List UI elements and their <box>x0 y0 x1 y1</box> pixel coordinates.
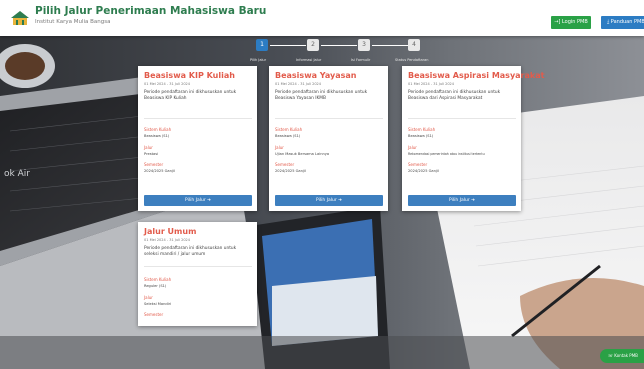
semester-label: Semester <box>144 162 164 167</box>
step-3-label: Isi Formulir <box>351 58 371 62</box>
page-title: Pilih Jalur Penerimaan Mahasiswa Baru <box>35 5 267 17</box>
semester-value: 2024/2025 Ganjil <box>275 169 306 173</box>
card-dates: 01 Mei 2024 - 31 Juli 2024 <box>144 82 191 86</box>
whatsapp-icon: ☏ <box>608 353 614 358</box>
whatsapp-label: Kontak PMB <box>614 353 638 358</box>
step-4-label: Status Pendaftaran <box>395 58 429 62</box>
card-description: Periode pendaftaran ini dikhususkan untu… <box>408 90 501 101</box>
pilih-jalur-button[interactable]: Pilih Jalur ➔ <box>144 195 252 206</box>
jalur-value: Ujian Masuk Bersama Lainnya <box>275 152 330 156</box>
jalur-card-yayasan: Beasiswa Yayasan 01 Mei 2024 - 31 Juli 2… <box>269 66 388 211</box>
semester-value: 2024/2025 Ganjil <box>144 169 175 173</box>
program-value: Beasiswa (S1) <box>275 134 301 138</box>
jalur-label: Jalur <box>408 145 417 150</box>
step-1-indicator: 1 <box>256 39 268 51</box>
pilih-jalur-button[interactable]: Pilih Jalur ➔ <box>408 195 516 206</box>
step-2-indicator: 2 <box>307 39 319 51</box>
step-connector <box>372 45 408 46</box>
card-title: Beasiswa Aspirasi Masyarakat <box>408 71 545 80</box>
semester-label: Semester <box>275 162 295 167</box>
jalur-card-umum: Jalur Umum 01 Mei 2024 - 31 Juli 2024 Pe… <box>138 222 257 326</box>
program-label: Sistem Kuliah <box>144 277 172 282</box>
top-navbar: Pilih Jalur Penerimaan Mahasiswa Baru In… <box>0 0 644 36</box>
step-4-indicator: 4 <box>408 39 420 51</box>
step-1-label: Pilih Jalur <box>250 58 267 62</box>
card-title: Beasiswa Yayasan <box>275 71 357 80</box>
jalur-label: Jalur <box>144 295 153 300</box>
step-connector <box>321 45 357 46</box>
jalur-label: Jalur <box>144 145 153 150</box>
login-pmb-button[interactable]: →] Login PMB <box>551 16 591 29</box>
semester-label: Semester <box>408 162 428 167</box>
semester-label: Semester <box>144 312 164 317</box>
card-title: Beasiswa KIP Kuliah <box>144 71 235 80</box>
program-label: Sistem Kuliah <box>275 127 303 132</box>
program-value: Reguler (S1) <box>144 284 167 288</box>
university-logo-icon <box>11 11 29 25</box>
jalur-card-aspirasi-masyarakat: Beasiswa Aspirasi Masyarakat 01 Mei 2024… <box>402 66 544 211</box>
card-description: Periode pendaftaran ini dikhususkan untu… <box>144 246 237 257</box>
card-dates: 01 Mei 2024 - 31 Juli 2024 <box>144 238 191 242</box>
card-dates: 01 Mei 2024 - 31 Juli 2024 <box>408 82 455 86</box>
card-divider <box>144 118 252 119</box>
card-description: Periode pendaftaran ini dikhususkan untu… <box>144 90 237 101</box>
semester-value: 2024/2025 Ganjil <box>408 169 439 173</box>
whatsapp-contact-button[interactable]: ☏ Kontak PMB <box>600 349 644 363</box>
svg-text:ok Air: ok Air <box>4 169 30 179</box>
card-dates: 01 Mei 2024 - 31 Juli 2024 <box>275 82 322 86</box>
card-title: Jalur Umum <box>144 227 197 236</box>
step-2-label: Informasi Jalur <box>296 58 322 62</box>
jalur-value: Prestasi <box>144 152 159 156</box>
jalur-card-kip-kuliah: Beasiswa KIP Kuliah 01 Mei 2024 - 31 Jul… <box>138 66 257 211</box>
card-divider <box>275 118 383 119</box>
panduan-pmb-button[interactable]: ⤓ Panduan PMB <box>601 16 644 29</box>
program-value: Beasiswa (S1) <box>144 134 170 138</box>
registration-stepper: 1 2 3 4 Pilih Jalur Informasi Jalur Isi … <box>250 36 440 66</box>
jalur-label: Jalur <box>275 145 284 150</box>
jalur-value: Seleksi Mandiri <box>144 302 172 306</box>
program-label: Sistem Kuliah <box>408 127 436 132</box>
card-description: Periode pendaftaran ini dikhususkan untu… <box>275 90 368 101</box>
step-3-indicator: 3 <box>358 39 370 51</box>
card-divider <box>144 266 252 267</box>
pilih-jalur-button[interactable]: Pilih Jalur ➔ <box>275 195 383 206</box>
jalur-value: Rekomendasi pemerintah atau institusi te… <box>408 152 485 156</box>
program-label: Sistem Kuliah <box>144 127 172 132</box>
program-value: Beasiswa (S1) <box>408 134 434 138</box>
card-divider <box>408 118 516 119</box>
step-connector <box>270 45 306 46</box>
institution-name: Institut Karya Mulia Bangsa <box>35 19 111 25</box>
